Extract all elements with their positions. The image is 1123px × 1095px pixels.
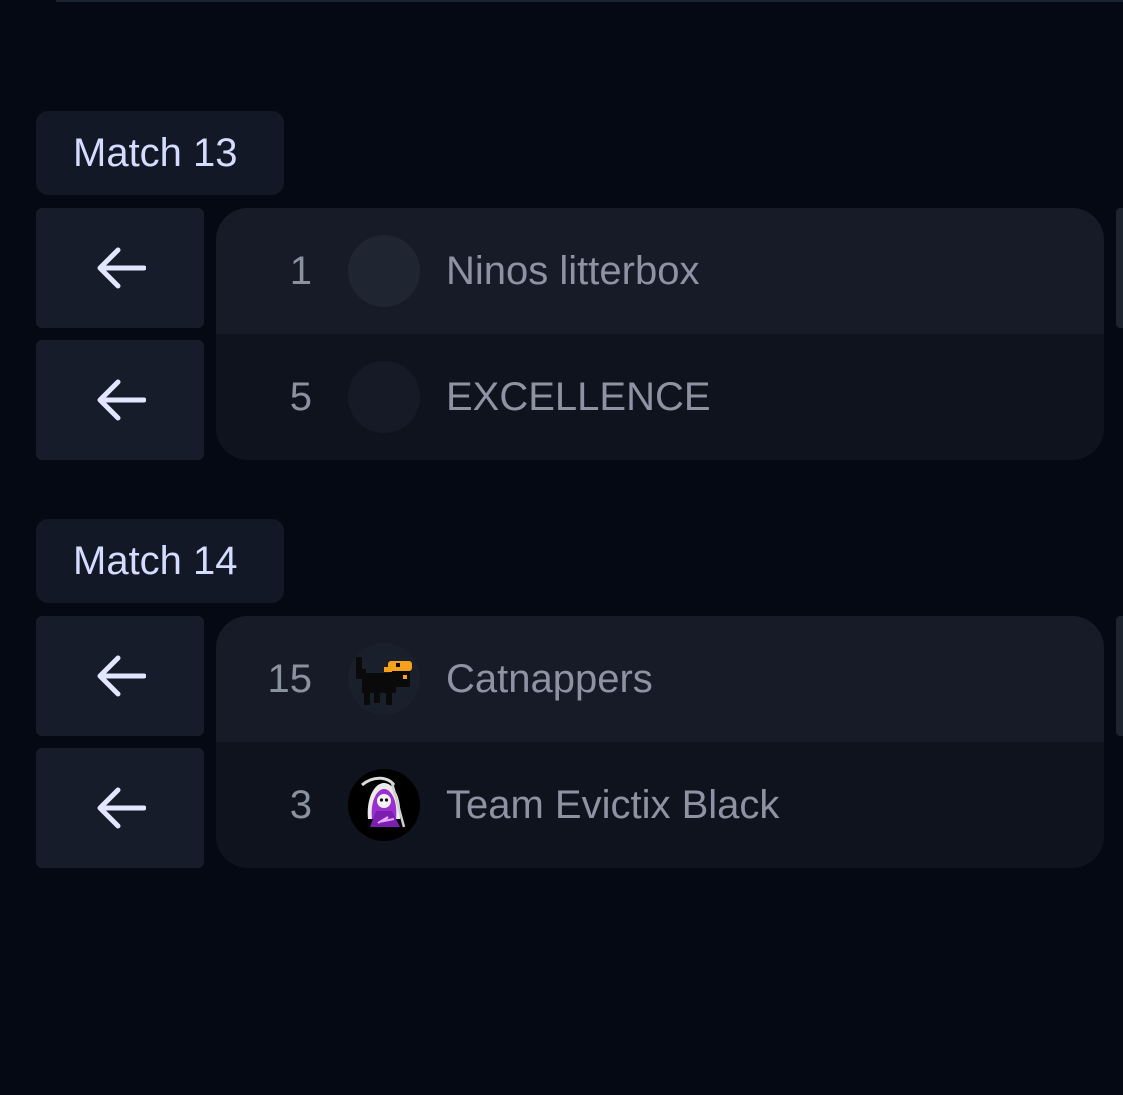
team-name: Ninos litterbox [446, 248, 700, 293]
move-back-button[interactable] [36, 748, 204, 868]
team-row[interactable]: 1 Ninos litterbox [216, 208, 1104, 334]
team-logo-placeholder [348, 361, 420, 433]
team-row[interactable]: 3 Team Evictix Black [216, 742, 1104, 868]
team-name: Catnappers [446, 656, 653, 701]
arrow-left-icon [97, 655, 146, 697]
team-name: EXCELLENCE [446, 374, 711, 419]
arrow-left-icon [97, 787, 146, 829]
team-row[interactable]: 15 Catnappers [216, 616, 1104, 742]
top-divider [56, 0, 1123, 2]
move-back-button[interactable] [36, 340, 204, 460]
arrow-left-icon [97, 379, 146, 421]
team-seed: 3 [289, 782, 312, 827]
move-back-button[interactable] [36, 616, 204, 736]
arrow-left-icon [97, 247, 146, 289]
team-seed: 15 [267, 656, 313, 701]
move-back-button[interactable] [36, 208, 204, 328]
team-logo-placeholder [348, 235, 420, 307]
match-label: Match 13 [36, 111, 284, 195]
team-seed: 5 [289, 374, 312, 419]
match-card: 1 Ninos litterbox 5 EXCELLENCE [216, 208, 1104, 460]
next-column-edge [1116, 208, 1123, 328]
match-label: Match 14 [36, 519, 284, 603]
grim-reaper-logo-icon [348, 769, 420, 841]
team-seed: 1 [289, 248, 312, 293]
team-row[interactable]: 5 EXCELLENCE [216, 334, 1104, 460]
match-card: 15 Catnappers 3 Team Evictix Black [216, 616, 1104, 868]
next-column-edge [1116, 616, 1123, 736]
black-cat-logo-icon [348, 643, 420, 715]
team-name: Team Evictix Black [446, 782, 780, 827]
